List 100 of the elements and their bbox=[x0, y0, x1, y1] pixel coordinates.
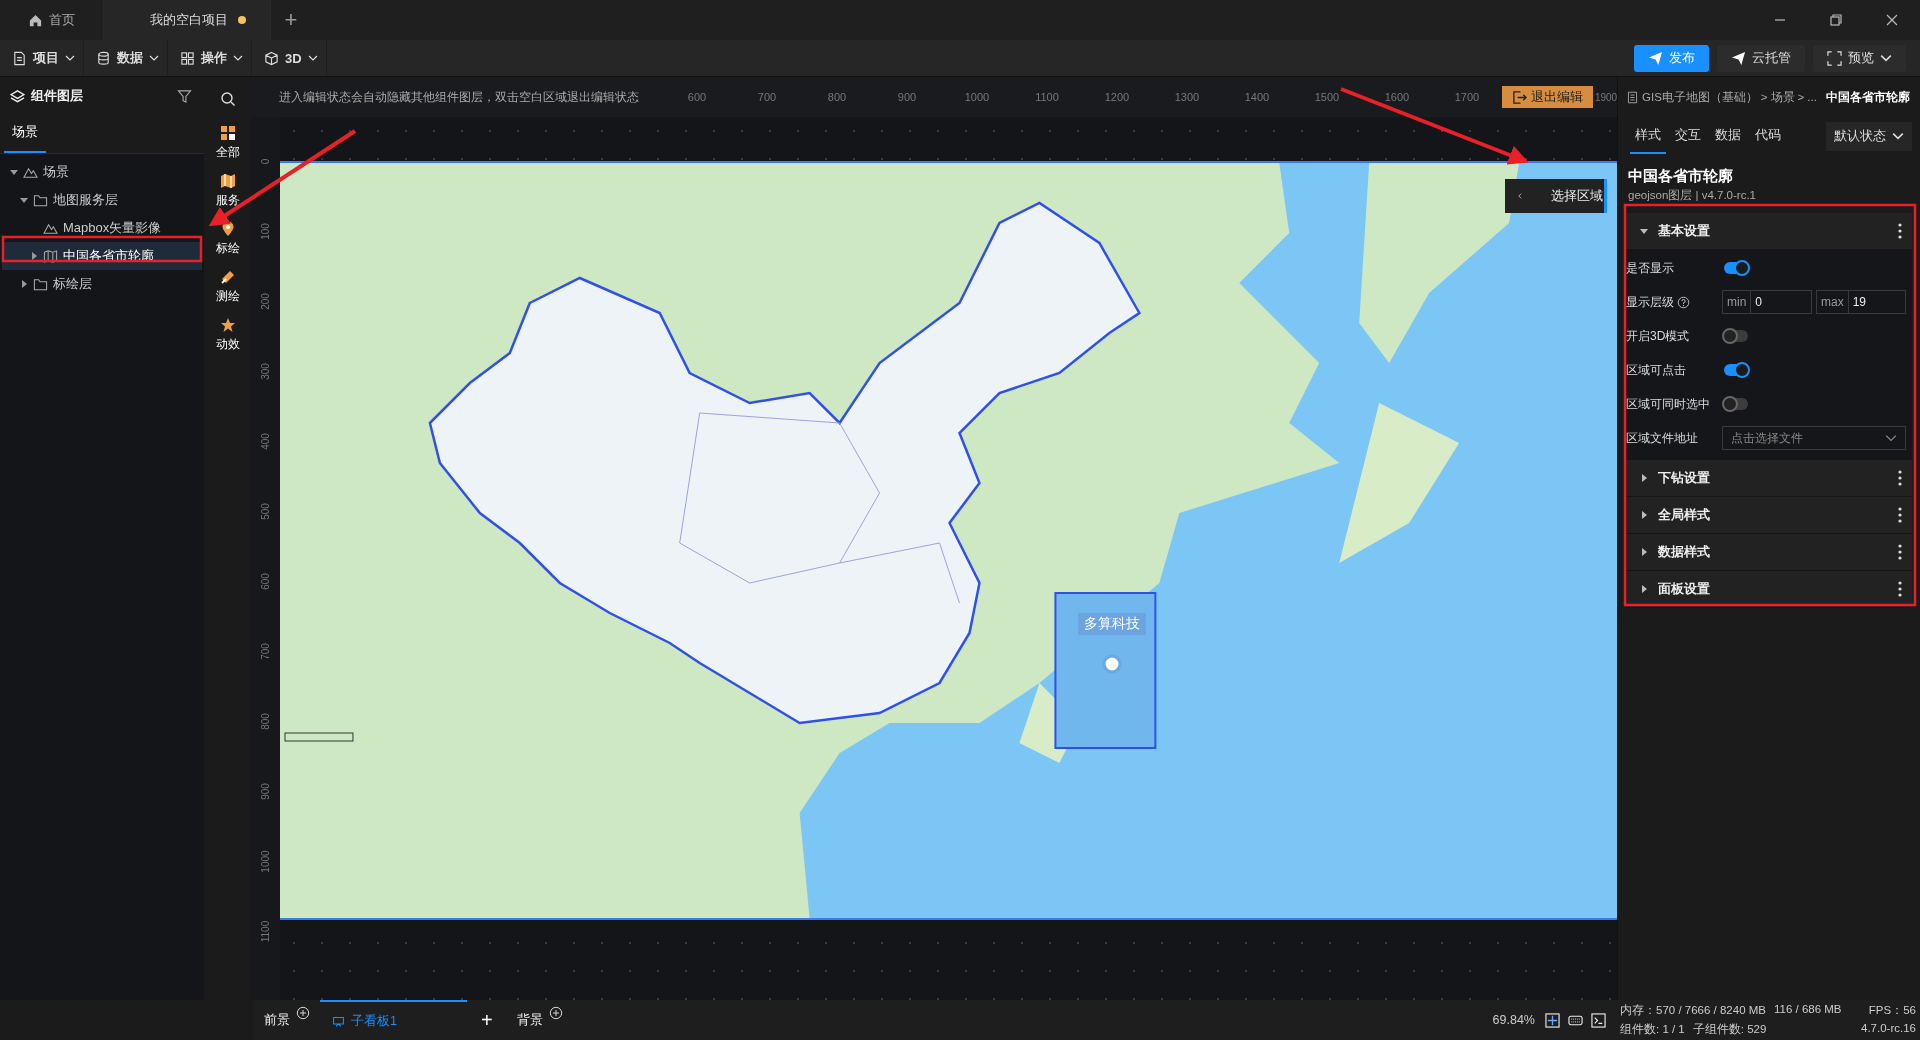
ruler-label: 400 bbox=[260, 432, 271, 450]
more-icon[interactable] bbox=[1898, 581, 1902, 597]
send-icon bbox=[1731, 50, 1746, 66]
file-icon bbox=[12, 50, 27, 66]
menu-button[interactable]: 数据 bbox=[84, 40, 168, 76]
caret-icon bbox=[1640, 511, 1648, 519]
close-icon[interactable] bbox=[1884, 12, 1900, 28]
tool-button[interactable]: 全部 bbox=[215, 125, 240, 161]
tree-item[interactable]: 标绘层 bbox=[2, 270, 202, 298]
more-icon[interactable] bbox=[1898, 223, 1902, 239]
action-button[interactable]: 云托管 bbox=[1717, 44, 1805, 72]
more-icon[interactable] bbox=[1898, 507, 1902, 523]
max-level-field[interactable]: max 19 bbox=[1816, 290, 1906, 314]
tool-button[interactable]: 服务 bbox=[215, 173, 240, 209]
add-board-button[interactable]: + bbox=[466, 1008, 507, 1032]
folder-icon bbox=[33, 276, 48, 292]
chevron-down-icon bbox=[149, 55, 159, 61]
property-label: 是否显示 bbox=[1626, 259, 1674, 277]
inspector-tab[interactable]: 样式 bbox=[1630, 118, 1666, 154]
ruler-label: 1100 bbox=[1034, 91, 1060, 103]
toggle-switch[interactable] bbox=[1724, 262, 1748, 274]
breadcrumb-item[interactable]: 场景 bbox=[1770, 89, 1795, 105]
select-area-button[interactable]: 选择区域 bbox=[1505, 179, 1607, 213]
window-tab[interactable]: 我的空白项目 bbox=[104, 0, 271, 40]
grid-icon bbox=[180, 50, 195, 66]
section-header[interactable]: 数据样式 bbox=[1626, 534, 1912, 570]
breadcrumb-item[interactable]: GIS电子地图（基础） bbox=[1642, 89, 1758, 105]
tree-item[interactable]: 地图服务层 bbox=[2, 186, 202, 214]
inspector-tab[interactable]: 交互 bbox=[1670, 118, 1706, 154]
version-text: 4.7.0-rc.16 bbox=[1861, 1022, 1916, 1036]
tool-button[interactable]: 动效 bbox=[215, 317, 240, 353]
chevron-down-icon bbox=[1880, 54, 1892, 62]
add-icon[interactable] bbox=[296, 1006, 310, 1020]
caret-icon bbox=[20, 280, 28, 288]
breadcrumb-item: 中国各省市轮廓 bbox=[1825, 89, 1910, 105]
fit-screen-icon[interactable] bbox=[1545, 1012, 1560, 1028]
new-tab-button[interactable]: + bbox=[271, 0, 311, 40]
ruler-label: 1200 bbox=[1103, 91, 1131, 103]
ruler-label: 1100 bbox=[260, 920, 271, 942]
tool-button[interactable]: 标绘 bbox=[215, 221, 240, 257]
caret-icon bbox=[1640, 548, 1648, 556]
search-icon[interactable] bbox=[219, 91, 236, 107]
board-tab[interactable]: 子看板1 bbox=[320, 1000, 467, 1040]
exit-icon bbox=[1512, 89, 1527, 105]
terminal-icon[interactable] bbox=[1591, 1012, 1606, 1028]
inspector-tab[interactable]: 代码 bbox=[1750, 118, 1786, 154]
ruler-label: 1700 bbox=[1453, 91, 1481, 103]
tree-item[interactable]: 场景 bbox=[2, 158, 202, 186]
toggle-switch[interactable] bbox=[1724, 364, 1748, 376]
ruler-label: 1400 bbox=[1243, 91, 1271, 103]
ruler-label: 700 bbox=[260, 642, 271, 660]
caret-icon bbox=[1640, 585, 1648, 593]
location-marker-icon[interactable] bbox=[1102, 654, 1122, 674]
section-header[interactable]: 面板设置 bbox=[1626, 571, 1912, 607]
property-label: 区域可点击 bbox=[1626, 361, 1686, 379]
tool-button[interactable]: 测绘 bbox=[215, 269, 240, 305]
panel-title: 组件图层 bbox=[31, 87, 83, 105]
state-dropdown[interactable]: 默认状态 bbox=[1826, 121, 1912, 151]
section-header[interactable]: 全局样式 bbox=[1626, 497, 1912, 533]
file-select-field[interactable]: 点击选择文件 bbox=[1722, 426, 1906, 450]
menu-button[interactable]: 3D bbox=[252, 40, 327, 76]
home-icon bbox=[28, 12, 43, 28]
inspector-tab[interactable]: 数据 bbox=[1710, 118, 1746, 154]
tree-item[interactable]: Mapbox矢量影像 bbox=[2, 214, 202, 242]
ruler-label: 200 bbox=[260, 292, 271, 310]
exit-edit-button[interactable]: 退出编辑 bbox=[1502, 86, 1593, 108]
more-icon[interactable] bbox=[1898, 470, 1902, 486]
min-level-field[interactable]: min 0 bbox=[1722, 290, 1812, 314]
section-header[interactable]: 基本设置 bbox=[1626, 213, 1912, 249]
ruler-label: 1000 bbox=[963, 91, 991, 103]
menu-button[interactable]: 项目 bbox=[0, 40, 84, 76]
toggle-switch[interactable] bbox=[1724, 398, 1748, 410]
ruler-label: 500 bbox=[260, 502, 271, 520]
property-label: 区域可同时选中 bbox=[1626, 395, 1710, 413]
memory-stat: 内存：570 / 7666 / 8240 MB bbox=[1620, 1003, 1766, 1018]
restore-icon[interactable] bbox=[1828, 12, 1844, 28]
action-button[interactable]: 预览 bbox=[1813, 44, 1906, 72]
caret-icon bbox=[1640, 227, 1648, 235]
ruler-label: 1900 bbox=[1593, 91, 1619, 103]
help-icon[interactable] bbox=[1677, 295, 1690, 309]
breadcrumb-item[interactable]: ... bbox=[1807, 91, 1817, 103]
cube-icon bbox=[264, 50, 279, 66]
fps-stat: FPS：56 bbox=[1868, 1003, 1916, 1018]
filter-icon[interactable] bbox=[177, 88, 192, 104]
more-icon[interactable] bbox=[1898, 544, 1902, 560]
property-label: 开启3D模式 bbox=[1626, 327, 1690, 345]
background-label[interactable]: 背景 bbox=[516, 1011, 543, 1029]
section-header[interactable]: 下钻设置 bbox=[1626, 460, 1912, 496]
ruler-label: 1600 bbox=[1383, 91, 1411, 103]
map-icon bbox=[43, 248, 58, 264]
add-icon[interactable] bbox=[548, 1006, 563, 1020]
ruler-label: 1300 bbox=[1173, 91, 1201, 103]
chevron-down-icon bbox=[65, 55, 75, 61]
ruler-label: 700 bbox=[756, 91, 778, 103]
layers-icon bbox=[10, 88, 25, 104]
menu-button[interactable]: 操作 bbox=[168, 40, 252, 76]
foreground-label[interactable]: 前景 bbox=[264, 1011, 290, 1029]
ruler-label: 0 bbox=[260, 158, 271, 164]
ruler-label: 1000 bbox=[260, 849, 271, 873]
toggle-switch[interactable] bbox=[1724, 330, 1748, 342]
